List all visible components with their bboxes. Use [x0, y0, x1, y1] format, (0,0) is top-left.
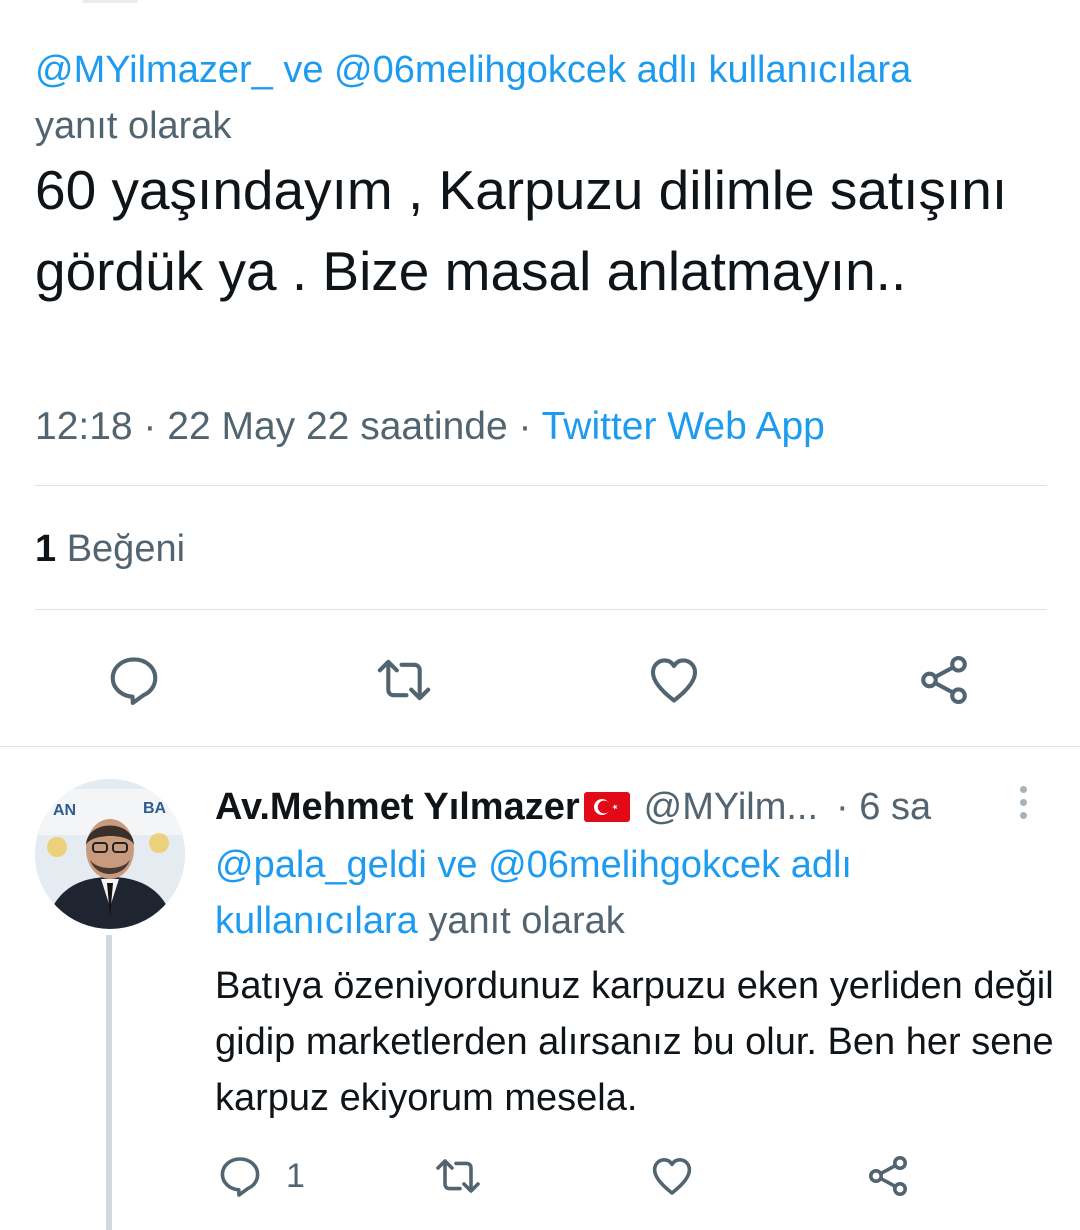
share-button[interactable] — [912, 648, 976, 712]
likes-count: 1 — [35, 528, 57, 570]
tweet-text: 60 yaşındayım , Karpuzu dilimle satışını… — [35, 159, 1008, 302]
reply-button[interactable] — [102, 648, 166, 712]
mention-link[interactable]: @pala_geldi — [215, 844, 427, 886]
comment-icon — [110, 657, 158, 706]
mention-link[interactable]: @06melihgokcek — [488, 844, 780, 886]
thread-connector — [106, 935, 112, 1230]
like-button[interactable] — [642, 648, 706, 712]
mention-link[interactable]: @MYilmazer_ — [35, 49, 273, 91]
retweet-button[interactable] — [434, 1148, 482, 1204]
more-dot-icon — [1019, 785, 1027, 793]
likes-summary[interactable]: 1 Beğeni — [35, 524, 185, 574]
display-name[interactable]: Av.Mehmet Yılmazer — [215, 786, 580, 829]
share-icon — [921, 655, 967, 705]
reply-count: 1 — [286, 1156, 305, 1195]
mention-link[interactable]: @06melihgokcek — [334, 49, 626, 91]
more-options-button[interactable] — [1008, 780, 1038, 824]
likes-label: Beğeni — [66, 528, 186, 570]
avatar[interactable]: AN BA — [35, 779, 185, 929]
users-link[interactable]: adlı kullanıcılara — [626, 49, 912, 91]
reply-context-suffix: yanıt olarak — [35, 105, 232, 147]
reply-button[interactable]: 1 — [216, 1148, 305, 1204]
profile-photo: AN BA — [35, 779, 185, 929]
heart-icon — [650, 658, 698, 703]
reply-context: @pala_geldi ve @06melihgokcek adlı kulla… — [215, 837, 1035, 949]
turkey-flag-icon — [583, 792, 630, 822]
conjunction-text: ve — [426, 844, 489, 886]
retweet-icon — [436, 1159, 480, 1193]
share-button[interactable] — [864, 1148, 912, 1204]
retweet-button[interactable] — [372, 648, 436, 712]
divider — [0, 746, 1080, 747]
more-dot-icon — [1019, 798, 1027, 806]
divider — [35, 609, 1047, 610]
retweet-icon — [377, 659, 431, 701]
tweet-meta: 12:18 · 22 May 22 saatinde · Twitter Web… — [35, 400, 825, 454]
reply-context: @MYilmazer_ ve @06melihgokcek adlı kulla… — [35, 42, 1045, 154]
svg-text:BA: BA — [143, 800, 167, 817]
svg-text:AN: AN — [53, 802, 76, 819]
tweet-timestamp[interactable]: 12:18 · 22 May 22 saatinde · — [35, 405, 531, 448]
comment-icon — [220, 1157, 260, 1197]
more-dot-icon — [1019, 811, 1027, 819]
top-divider-fragment — [82, 0, 138, 3]
divider — [35, 485, 1047, 486]
conjunction-text: ve — [272, 49, 335, 91]
reply-header: Av.Mehmet Yılmazer @MYilm... · 6 sa — [215, 780, 931, 834]
tweet-source-link[interactable]: Twitter Web App — [542, 405, 825, 448]
share-icon — [869, 1156, 907, 1196]
reply-timestamp[interactable]: · 6 sa — [836, 786, 931, 829]
heart-icon — [652, 1158, 692, 1195]
like-button[interactable] — [648, 1148, 696, 1204]
user-handle[interactable]: @MYilm... — [644, 786, 818, 829]
reply-context-suffix: yanıt olarak — [417, 900, 625, 942]
reply-text: Batıya özeniyordunuz karpuzu eken yerlid… — [215, 965, 1054, 1119]
